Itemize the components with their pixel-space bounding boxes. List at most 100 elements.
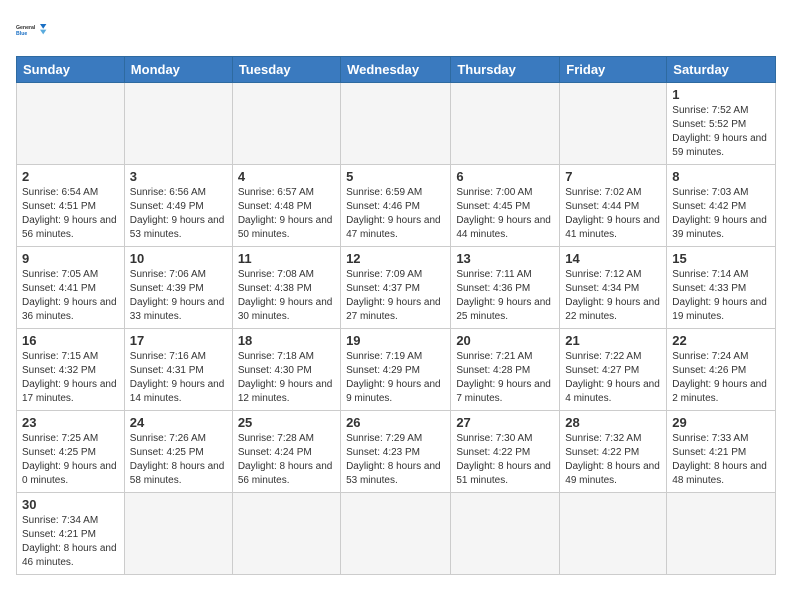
day-info: Sunrise: 7:18 AM Sunset: 4:30 PM Dayligh… [238,350,335,406]
day-number: 11 [238,251,335,266]
day-of-week-header: Saturday [667,57,776,83]
day-number: 14 [565,251,661,266]
calendar-cell [341,493,451,575]
svg-text:Blue: Blue [16,31,27,37]
day-info: Sunrise: 7:11 AM Sunset: 4:36 PM Dayligh… [456,268,554,324]
logo-icon: GeneralBlue [16,16,48,44]
day-info: Sunrise: 7:08 AM Sunset: 4:38 PM Dayligh… [238,268,335,324]
calendar-cell: 4 Sunrise: 6:57 AM Sunset: 4:48 PM Daylig… [232,165,340,247]
day-info: Sunrise: 7:00 AM Sunset: 4:45 PM Dayligh… [456,186,554,242]
day-number: 22 [672,333,770,348]
calendar-cell [341,83,451,165]
calendar-cell: 2 Sunrise: 6:54 AM Sunset: 4:51 PM Daylig… [17,165,125,247]
calendar-cell [560,493,667,575]
day-number: 26 [346,415,445,430]
day-info: Sunrise: 7:30 AM Sunset: 4:22 PM Dayligh… [456,432,554,488]
logo: GeneralBlue [16,16,48,44]
day-info: Sunrise: 6:54 AM Sunset: 4:51 PM Dayligh… [22,186,119,242]
calendar-cell: 5Sunrise: 6:59 AM Sunset: 4:46 PM Daylig… [341,165,451,247]
calendar-cell: 11 Sunrise: 7:08 AM Sunset: 4:38 PM Dayli… [232,247,340,329]
day-info: Sunrise: 7:32 AM Sunset: 4:22 PM Dayligh… [565,432,661,488]
day-of-week-header: Friday [560,57,667,83]
calendar-cell [451,493,560,575]
day-info: Sunrise: 7:19 AM Sunset: 4:29 PM Dayligh… [346,350,445,406]
calendar-cell: 14 Sunrise: 7:12 AM Sunset: 4:34 PM Dayli… [560,247,667,329]
calendar-cell: 23 Sunrise: 7:25 AM Sunset: 4:25 PM Dayli… [17,411,125,493]
day-number: 16 [22,333,119,348]
calendar-week-row: 23 Sunrise: 7:25 AM Sunset: 4:25 PM Dayli… [17,411,776,493]
day-number: 25 [238,415,335,430]
calendar-week-row: 2 Sunrise: 6:54 AM Sunset: 4:51 PM Daylig… [17,165,776,247]
calendar-cell: 17 Sunrise: 7:16 AM Sunset: 4:31 PM Dayli… [124,329,232,411]
calendar-cell: 1Sunrise: 7:52 AM Sunset: 5:52 PM Daylig… [667,83,776,165]
calendar-cell: 26 Sunrise: 7:29 AM Sunset: 4:23 PM Dayli… [341,411,451,493]
calendar-cell: 6 Sunrise: 7:00 AM Sunset: 4:45 PM Daylig… [451,165,560,247]
calendar-cell: 9 Sunrise: 7:05 AM Sunset: 4:41 PM Daylig… [17,247,125,329]
calendar-cell [451,83,560,165]
day-number: 12 [346,251,445,266]
day-info: Sunrise: 7:05 AM Sunset: 4:41 PM Dayligh… [22,268,119,324]
calendar-cell: 16 Sunrise: 7:15 AM Sunset: 4:32 PM Dayli… [17,329,125,411]
calendar-cell [667,493,776,575]
day-info: Sunrise: 7:25 AM Sunset: 4:25 PM Dayligh… [22,432,119,488]
day-info: Sunrise: 6:56 AM Sunset: 4:49 PM Dayligh… [130,186,227,242]
day-info: Sunrise: 7:14 AM Sunset: 4:33 PM Dayligh… [672,268,770,324]
calendar-cell: 27Sunrise: 7:30 AM Sunset: 4:22 PM Dayli… [451,411,560,493]
calendar-week-row: 16 Sunrise: 7:15 AM Sunset: 4:32 PM Dayli… [17,329,776,411]
calendar-cell [232,83,340,165]
day-number: 19 [346,333,445,348]
day-info: Sunrise: 7:12 AM Sunset: 4:34 PM Dayligh… [565,268,661,324]
day-number: 6 [456,169,554,184]
calendar-cell: 24Sunrise: 7:26 AM Sunset: 4:25 PM Dayli… [124,411,232,493]
calendar-header-row: SundayMondayTuesdayWednesdayThursdayFrid… [17,57,776,83]
day-info: Sunrise: 7:29 AM Sunset: 4:23 PM Dayligh… [346,432,445,488]
calendar: SundayMondayTuesdayWednesdayThursdayFrid… [16,56,776,575]
day-info: Sunrise: 7:24 AM Sunset: 4:26 PM Dayligh… [672,350,770,406]
day-number: 28 [565,415,661,430]
day-info: Sunrise: 7:22 AM Sunset: 4:27 PM Dayligh… [565,350,661,406]
day-info: Sunrise: 7:33 AM Sunset: 4:21 PM Dayligh… [672,432,770,488]
calendar-cell [124,83,232,165]
day-number: 29 [672,415,770,430]
day-info: Sunrise: 7:28 AM Sunset: 4:24 PM Dayligh… [238,432,335,488]
day-info: Sunrise: 7:02 AM Sunset: 4:44 PM Dayligh… [565,186,661,242]
calendar-cell: 13Sunrise: 7:11 AM Sunset: 4:36 PM Dayli… [451,247,560,329]
day-of-week-header: Wednesday [341,57,451,83]
day-info: Sunrise: 7:09 AM Sunset: 4:37 PM Dayligh… [346,268,445,324]
day-number: 4 [238,169,335,184]
calendar-cell [232,493,340,575]
calendar-cell [17,83,125,165]
calendar-cell: 7 Sunrise: 7:02 AM Sunset: 4:44 PM Daylig… [560,165,667,247]
calendar-cell: 19 Sunrise: 7:19 AM Sunset: 4:29 PM Dayli… [341,329,451,411]
day-info: Sunrise: 7:03 AM Sunset: 4:42 PM Dayligh… [672,186,770,242]
day-info: Sunrise: 7:21 AM Sunset: 4:28 PM Dayligh… [456,350,554,406]
day-number: 9 [22,251,119,266]
day-of-week-header: Monday [124,57,232,83]
day-info: Sunrise: 6:57 AM Sunset: 4:48 PM Dayligh… [238,186,335,242]
day-of-week-header: Tuesday [232,57,340,83]
day-info: Sunrise: 7:16 AM Sunset: 4:31 PM Dayligh… [130,350,227,406]
day-info: Sunrise: 7:26 AM Sunset: 4:25 PM Dayligh… [130,432,227,488]
calendar-week-row: 9 Sunrise: 7:05 AM Sunset: 4:41 PM Daylig… [17,247,776,329]
day-number: 23 [22,415,119,430]
calendar-cell: 15Sunrise: 7:14 AM Sunset: 4:33 PM Dayli… [667,247,776,329]
day-number: 2 [22,169,119,184]
svg-text:General: General [16,25,36,31]
day-number: 17 [130,333,227,348]
day-number: 30 [22,497,119,512]
day-info: Sunrise: 7:06 AM Sunset: 4:39 PM Dayligh… [130,268,227,324]
day-info: Sunrise: 7:34 AM Sunset: 4:21 PM Dayligh… [22,514,119,570]
day-number: 21 [565,333,661,348]
calendar-cell: 10 Sunrise: 7:06 AM Sunset: 4:39 PM Dayli… [124,247,232,329]
calendar-cell [124,493,232,575]
day-number: 7 [565,169,661,184]
page-header: GeneralBlue [16,16,776,44]
calendar-cell: 28 Sunrise: 7:32 AM Sunset: 4:22 PM Dayli… [560,411,667,493]
day-number: 1 [672,87,770,102]
day-info: Sunrise: 6:59 AM Sunset: 4:46 PM Dayligh… [346,186,445,242]
day-number: 8 [672,169,770,184]
calendar-cell: 29 Sunrise: 7:33 AM Sunset: 4:21 PM Dayli… [667,411,776,493]
day-number: 20 [456,333,554,348]
day-info: Sunrise: 7:15 AM Sunset: 4:32 PM Dayligh… [22,350,119,406]
day-number: 10 [130,251,227,266]
